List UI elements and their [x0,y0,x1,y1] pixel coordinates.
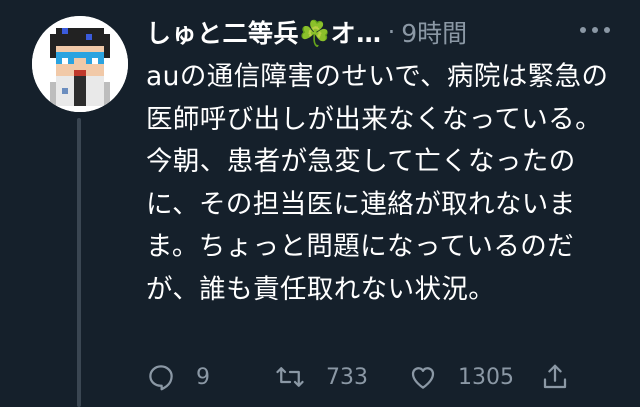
retweet-count: 733 [326,364,368,390]
thread-line [77,118,81,407]
more-dots-icon[interactable] [580,18,610,42]
reply-icon [149,365,173,391]
retweet-button[interactable]: 733 [274,362,368,392]
avatar[interactable] [32,16,128,112]
header-separator: · [387,18,396,46]
reply-button[interactable]: 9 [146,362,210,392]
author-name[interactable]: しゅと二等兵☘️オ… [146,14,382,50]
like-button[interactable]: 1305 [408,362,514,392]
tweet-actions: 9 733 1305 [146,356,586,396]
pixel-avatar-icon [32,16,128,112]
share-icon [543,364,567,389]
reply-count: 9 [196,364,210,390]
share-button[interactable] [540,362,570,392]
tweet-text: auの通信障害のせいで、病院は緊急の医師呼び出しが出来なくなっている。今朝、患者… [146,61,609,305]
tweet-header: しゅと二等兵☘️オ… · 9時間 [146,10,467,54]
tweet-timestamp[interactable]: 9時間 [401,14,467,50]
more-dot [580,27,586,33]
heart-icon [411,367,435,389]
like-count: 1305 [458,364,514,390]
more-dot [592,27,598,33]
tweet[interactable]: しゅと二等兵☘️オ… · 9時間 auの通信障害のせいで、病院は緊急の医師呼び出… [0,0,640,407]
more-dot [604,27,610,33]
retweet-icon [276,367,304,387]
